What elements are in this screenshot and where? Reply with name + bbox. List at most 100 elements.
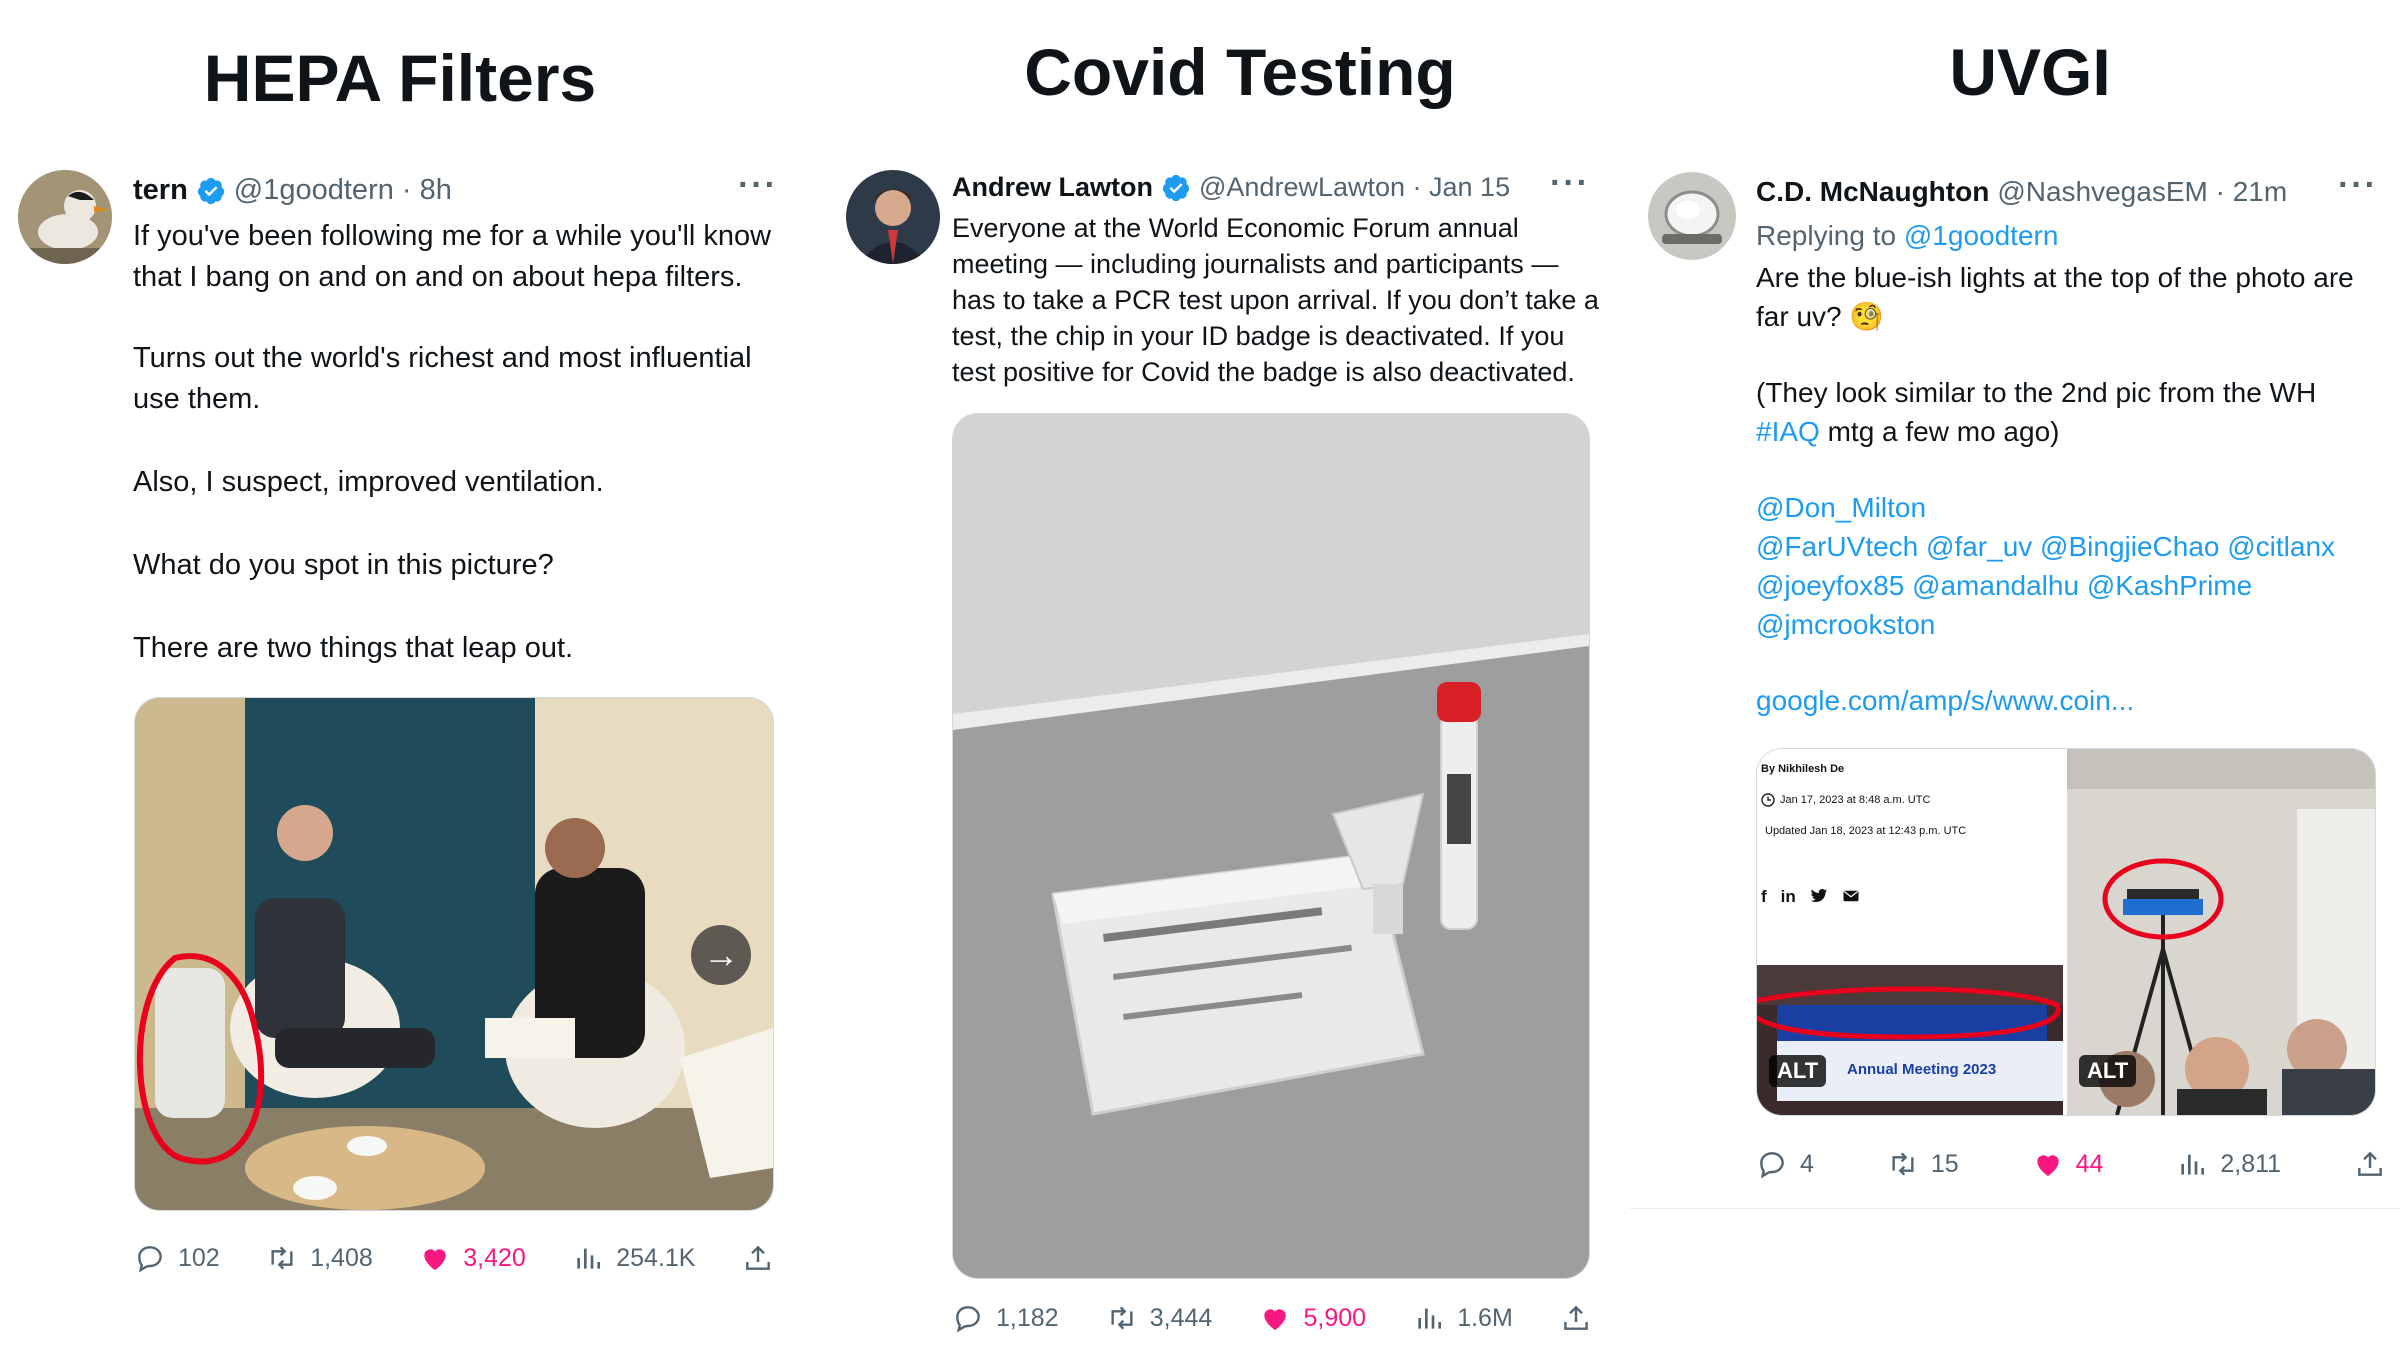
tweet-text: Everyone at the World Economic Forum ann… [952, 213, 1599, 387]
retweet-button[interactable]: 15 [1887, 1148, 1959, 1180]
tweet-photo[interactable] [952, 413, 1590, 1279]
heart-filled-icon [1264, 1309, 1287, 1330]
clock-icon [1761, 793, 1775, 807]
next-image-arrow-icon[interactable]: → [691, 925, 751, 985]
like-button[interactable]: 5,900 [1259, 1302, 1366, 1334]
more-options-icon[interactable]: ··· [1550, 164, 1590, 203]
mention-link[interactable]: @jmcrookston [1756, 605, 2376, 644]
meeting-room-photo [135, 698, 773, 1210]
heart-filled-icon [424, 1249, 446, 1270]
article-date: Jan 17, 2023 at 8:48 a.m. UTC [1780, 794, 1931, 806]
tweet-tern[interactable]: tern @1goodtern · 8h ··· If you've been … [0, 0, 800, 1350]
share-button[interactable] [1560, 1302, 1592, 1334]
author-handle[interactable]: @NashvegasEM · 21m [1997, 176, 2287, 208]
wef-stage-photo [1757, 965, 2063, 1115]
reply-icon [956, 1306, 980, 1333]
tern-avatar-image [18, 170, 112, 264]
share-button[interactable] [742, 1242, 774, 1274]
article-byline: By Nikhilesh De [1761, 763, 1845, 775]
email-icon[interactable] [1842, 887, 1860, 905]
tweet-header: C.D. McNaughton @NashvegasEM · 21m [1756, 176, 2287, 208]
reply-count: 1,182 [996, 1303, 1059, 1332]
views-button[interactable]: 1.6M [1413, 1302, 1513, 1334]
reply-button[interactable]: 1,182 [952, 1302, 1059, 1334]
share-icon [2358, 1151, 2382, 1176]
retweet-count: 3,444 [1149, 1303, 1213, 1332]
author-name[interactable]: C.D. McNaughton [1756, 176, 1989, 208]
author-handle[interactable]: @1goodtern · 8h [234, 174, 452, 207]
banner-text: Annual Meeting 2023 [1847, 1061, 1997, 1078]
author-name[interactable]: tern [133, 174, 188, 207]
article-date-row: Jan 17, 2023 at 8:48 a.m. UTC [1761, 793, 1930, 807]
reply-count: 4 [1800, 1149, 1814, 1178]
views-button[interactable]: 254.1K [572, 1242, 696, 1274]
hashtag-link[interactable]: #IAQ [1756, 416, 1820, 447]
tweet-andrew-lawton[interactable]: Andrew Lawton @AndrewLawton · Jan 15 ···… [820, 0, 1600, 1350]
tweet-text: Replying to @1goodtern Are the blue-ish … [1756, 216, 2376, 720]
more-options-icon[interactable]: ··· [738, 166, 778, 205]
article-updated: Updated Jan 18, 2023 at 12:43 p.m. UTC [1765, 825, 1967, 837]
verified-badge-icon [1162, 174, 1190, 201]
tweet-paragraph: Turns out the world's richest and most i… [133, 342, 752, 415]
mcnaughton-avatar-image [1648, 172, 1736, 260]
lawton-avatar-image [846, 170, 940, 264]
retweet-count: 15 [1930, 1149, 1959, 1178]
reply-icon [1760, 1152, 1784, 1179]
tweet-photo-left[interactable]: By Nikhilesh De Jan 17, 2023 at 8:48 a.m… [1757, 749, 2063, 1115]
mention-links[interactable]: @FarUVtech @far_uv @BingjieChao @citlanx [1756, 527, 2376, 566]
tweet-header: tern @1goodtern · 8h [133, 174, 452, 207]
reply-icon [138, 1246, 162, 1273]
like-count: 5,900 [1303, 1303, 1367, 1332]
tweet-photos: By Nikhilesh De Jan 17, 2023 at 8:48 a.m… [1756, 748, 2376, 1116]
views-chart-icon [2181, 1154, 2205, 1175]
share-button[interactable] [2354, 1148, 2386, 1180]
retweet-count: 1,408 [310, 1243, 373, 1272]
views-count: 1.6M [1457, 1303, 1513, 1332]
views-count: 2,811 [2220, 1149, 2282, 1178]
replying-to-line: Replying to @1goodtern [1756, 216, 2376, 255]
tweet-cd-mcnaughton[interactable]: C.D. McNaughton @NashvegasEM · 21m ··· R… [1630, 0, 2400, 1350]
alt-text-badge[interactable]: ALT [2079, 1055, 2137, 1087]
linkedin-icon[interactable]: in [1781, 887, 1796, 907]
retweet-icon [1111, 1306, 1133, 1330]
tweet-actions: 4 15 44 2,811 [1756, 1148, 2386, 1180]
reply-button[interactable]: 4 [1756, 1148, 1814, 1180]
retweet-button[interactable]: 3,444 [1106, 1302, 1213, 1334]
mention-links[interactable]: @joeyfox85 @amandalhu @KashPrime [1756, 566, 2376, 605]
avatar[interactable] [1648, 172, 1736, 260]
tweet-header: Andrew Lawton @AndrewLawton · Jan 15 [952, 172, 1510, 203]
replying-to-link[interactable]: @1goodtern [1904, 220, 2059, 251]
tweet-photo[interactable]: → [134, 697, 774, 1211]
avatar[interactable] [846, 170, 940, 264]
tweet-actions: 1,182 3,444 5,900 1.6M [952, 1302, 1592, 1334]
tweet-divider [1630, 1208, 2400, 1209]
avatar[interactable] [18, 170, 112, 264]
tweet-text-fragment: (They look similar to the 2nd pic from t… [1756, 377, 2317, 408]
like-button[interactable]: 3,420 [419, 1242, 526, 1274]
tweet-paragraph: There are two things that leap out. [133, 632, 574, 664]
views-button[interactable]: 2,811 [2176, 1148, 2281, 1180]
external-url-link[interactable]: google.com/amp/s/www.coin... [1756, 681, 2376, 720]
like-button[interactable]: 44 [2032, 1148, 2103, 1180]
author-handle[interactable]: @AndrewLawton · Jan 15 [1199, 172, 1510, 203]
tweet-paragraph: If you've been following me for a while … [133, 220, 772, 293]
tweet-paragraph: Are the blue-ish lights at the top of th… [1756, 262, 2354, 332]
views-chart-icon [577, 1248, 601, 1269]
mention-link[interactable]: @Don_Milton [1756, 488, 2376, 527]
reply-count: 102 [178, 1243, 220, 1272]
tweet-paragraph: Also, I suspect, improved ventilation. [133, 466, 604, 498]
facebook-icon[interactable]: f [1761, 887, 1767, 907]
pcr-test-kit-photo [953, 414, 1589, 1278]
alt-text-badge[interactable]: ALT [1769, 1055, 1827, 1087]
reply-button[interactable]: 102 [134, 1242, 220, 1274]
retweet-icon [1892, 1152, 1914, 1176]
heart-filled-icon [2036, 1155, 2059, 1176]
like-count: 3,420 [463, 1243, 526, 1272]
twitter-bird-icon[interactable] [1810, 887, 1828, 905]
retweet-button[interactable]: 1,408 [266, 1242, 373, 1274]
tweet-paragraph: (They look similar to the 2nd pic from t… [1756, 373, 2376, 451]
tweet-text: If you've been following me for a while … [133, 216, 783, 669]
author-name[interactable]: Andrew Lawton [952, 172, 1153, 203]
more-options-icon[interactable]: ··· [2338, 166, 2378, 205]
tweet-photo-right[interactable]: ALT [2067, 749, 2375, 1115]
